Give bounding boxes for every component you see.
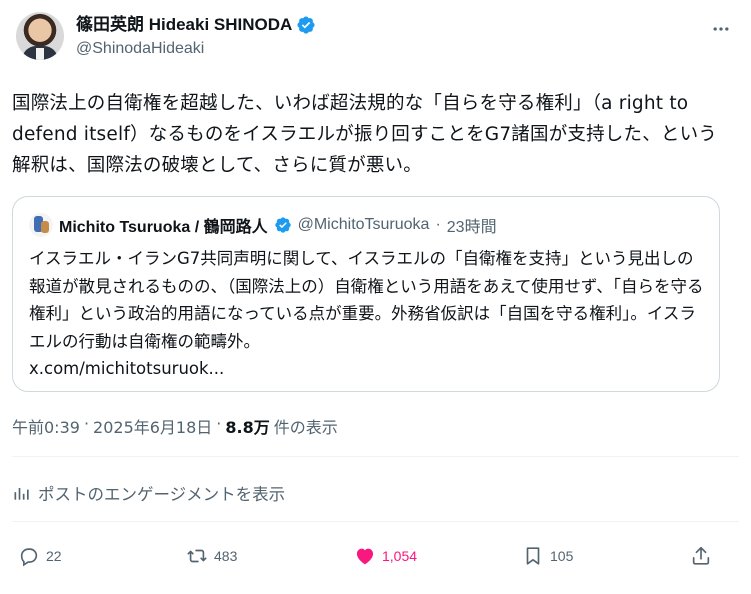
verified-badge-icon bbox=[297, 16, 315, 34]
tweet-text: 国際法上の自衛権を超越した、いわば超法規的な「自らを守る権利」（a right … bbox=[12, 93, 717, 176]
divider bbox=[12, 456, 739, 457]
views-count: 8.8万 bbox=[225, 418, 270, 437]
repost-count: 483 bbox=[214, 548, 238, 564]
quoted-author-avatar bbox=[29, 213, 53, 237]
like-count: 1,054 bbox=[382, 548, 418, 564]
reply-count: 22 bbox=[46, 548, 62, 564]
divider bbox=[12, 521, 739, 522]
quoted-author-handle: @MichitoTsuruoka bbox=[297, 216, 430, 233]
bookmark-icon bbox=[526, 547, 540, 565]
view-engagements-label: ポストのエンゲージメントを表示 bbox=[38, 485, 286, 504]
quoted-tweet-header: Michito Tsuruoka / 鶴岡路人 @MichitoTsuruoka… bbox=[29, 213, 497, 237]
quoted-author-display-name: Michito Tsuruoka / 鶴岡路人 bbox=[59, 219, 268, 236]
post-time[interactable]: 午前0:39 bbox=[12, 414, 80, 438]
author-display-name[interactable]: 篠田英朗 Hideaki SHINODA bbox=[76, 14, 292, 36]
bookmark-button[interactable]: 105 bbox=[522, 538, 573, 574]
author-display-name-row[interactable]: 篠田英朗 Hideaki SHINODA bbox=[76, 14, 316, 36]
quoted-timestamp: 23時間 bbox=[446, 219, 497, 236]
more-options-icon[interactable] bbox=[710, 18, 732, 40]
tweet-header: 篠田英朗 Hideaki SHINODA @ShinodaHideaki bbox=[16, 10, 736, 66]
tweet-meta: 午前0:39 · 2025年6月18日 · 8.8万 件の表示 bbox=[12, 414, 338, 438]
reply-icon bbox=[20, 548, 38, 567]
share-icon bbox=[692, 546, 710, 565]
meta-separator: · bbox=[216, 414, 222, 433]
repost-button[interactable]: 483 bbox=[186, 538, 237, 574]
quoted-separator: · bbox=[435, 216, 441, 233]
reply-button[interactable]: 22 bbox=[18, 538, 62, 574]
quoted-tweet-text: イスラエル・イランG7共同声明に関して、イスラエルの「自衛権を支持」という見出し… bbox=[29, 245, 709, 383]
meta-separator: · bbox=[83, 414, 90, 433]
views-label: 件の表示 bbox=[273, 418, 338, 437]
author-names: 篠田英朗 Hideaki SHINODA @ShinodaHideaki bbox=[76, 14, 316, 60]
share-button[interactable] bbox=[690, 538, 712, 574]
action-bar: 22 483 1,054 105 bbox=[0, 538, 751, 574]
heart-icon bbox=[356, 548, 374, 565]
repost-icon bbox=[187, 549, 207, 563]
quoted-verified-badge-icon bbox=[274, 217, 291, 233]
like-button[interactable]: 1,054 bbox=[354, 538, 417, 574]
post-date[interactable]: 2025年6月18日 bbox=[93, 414, 212, 438]
quoted-tweet-link[interactable]: x.com/michitotsuruok... bbox=[29, 359, 224, 378]
author-handle[interactable]: @ShinodaHideaki bbox=[76, 38, 316, 60]
bookmark-count: 105 bbox=[550, 548, 574, 564]
author-avatar[interactable] bbox=[16, 12, 64, 60]
analytics-icon bbox=[14, 488, 29, 500]
quoted-tweet[interactable]: Michito Tsuruoka / 鶴岡路人 @MichitoTsuruoka… bbox=[12, 196, 720, 392]
view-engagements-link[interactable]: ポストのエンゲージメントを表示 bbox=[12, 481, 285, 505]
quoted-tweet-body: イスラエル・イランG7共同声明に関して、イスラエルの「自衛権を支持」という見出し… bbox=[29, 249, 704, 351]
